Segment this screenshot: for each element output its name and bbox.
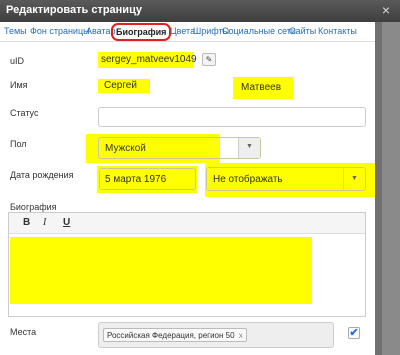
- tab-sites[interactable]: Сайты: [289, 26, 316, 36]
- place-chip: Российская Федерация, регион 50 x: [103, 328, 247, 342]
- status-label: Статус: [10, 108, 39, 118]
- bio-editor[interactable]: B I U: [8, 212, 366, 317]
- tab-biography[interactable]: Биография: [111, 23, 172, 41]
- last-name-value: Матвеев: [241, 82, 281, 93]
- status-input[interactable]: [98, 107, 366, 127]
- tab-social[interactable]: Социальные сети: [222, 26, 296, 36]
- name-label: Имя: [10, 80, 28, 90]
- window-title: Редактировать страницу: [6, 4, 142, 16]
- tab-themes[interactable]: Темы: [4, 26, 27, 36]
- last-name-field[interactable]: Матвеев: [233, 77, 293, 99]
- pencil-icon[interactable]: ✎: [202, 53, 216, 66]
- bio-label: Биография: [10, 202, 57, 212]
- gender-value: Мужской: [105, 143, 146, 154]
- first-name-field[interactable]: Сергей: [98, 79, 150, 93]
- bold-button[interactable]: B: [23, 217, 30, 228]
- places-label: Места: [10, 327, 37, 337]
- places-checkbox[interactable]: ✔: [348, 327, 360, 339]
- places-input[interactable]: Российская Федерация, регион 50 x: [98, 322, 334, 348]
- scrollbar[interactable]: [375, 22, 382, 355]
- uid-label: uID: [10, 56, 25, 66]
- place-chip-label: Российская Федерация, регион 50: [107, 331, 235, 340]
- visibility-value: Не отображать: [213, 174, 283, 185]
- edit-page-panel: Темы Фон страницы Аватар Биография Цвета…: [0, 22, 377, 355]
- gender-select[interactable]: Мужской ▼: [98, 137, 261, 159]
- birthdate-label: Дата рождения: [10, 170, 74, 180]
- first-name-value: Сергей: [104, 80, 137, 91]
- birthdate-input[interactable]: 5 марта 1976: [99, 168, 196, 190]
- uid-value-box: sergey_matveev1049: [98, 52, 197, 68]
- chevron-down-icon: ▼: [238, 138, 260, 158]
- uid-value: sergey_matveev1049: [101, 54, 197, 65]
- window-titlebar: Редактировать страницу ×: [0, 0, 400, 22]
- gender-label: Пол: [10, 139, 27, 149]
- chip-remove-icon[interactable]: x: [239, 331, 243, 340]
- close-icon[interactable]: ×: [382, 2, 390, 18]
- bio-toolbar: B I U: [9, 213, 365, 234]
- visibility-select[interactable]: Не отображать ▼: [206, 167, 366, 191]
- birthdate-value: 5 марта 1976: [105, 174, 167, 185]
- bio-text-area[interactable]: [10, 237, 312, 304]
- italic-button[interactable]: I: [43, 217, 46, 228]
- chevron-down-icon: ▼: [343, 168, 365, 190]
- underline-button[interactable]: U: [63, 217, 70, 228]
- tab-contacts[interactable]: Контакты: [318, 26, 357, 36]
- tab-colors[interactable]: Цвета: [170, 26, 195, 36]
- tab-background[interactable]: Фон страницы: [30, 26, 90, 36]
- tab-bar: Темы Фон страницы Аватар Биография Цвета…: [0, 22, 375, 42]
